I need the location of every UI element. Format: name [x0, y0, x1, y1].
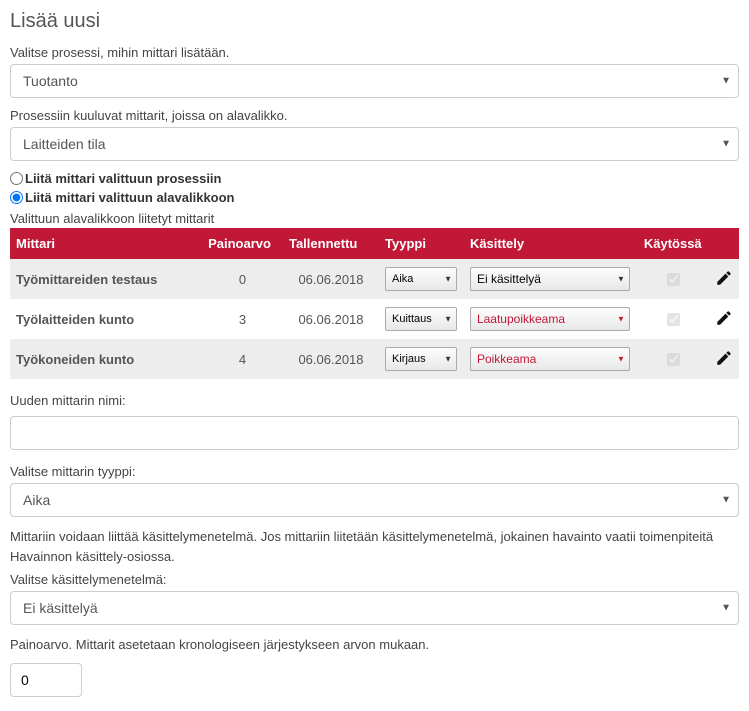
col-handling: Käsittely [464, 228, 638, 259]
handling-label: Valitse käsittelymenetelmä: [10, 572, 739, 587]
submenu-select[interactable]: Laitteiden tila [10, 127, 739, 161]
row-handling-select[interactable]: Laatupoikkeama [470, 307, 630, 331]
col-type: Tyyppi [379, 228, 464, 259]
row-handling-select[interactable]: Ei käsittelyä [470, 267, 630, 291]
row-type-select[interactable]: Kirjaus [385, 347, 457, 371]
row-saved: 06.06.2018 [283, 299, 379, 339]
row-weight: 4 [202, 339, 283, 379]
table-row: Työmittareiden testaus006.06.2018Aika▼Ei… [10, 259, 739, 299]
edit-icon[interactable] [715, 355, 733, 370]
attach-process-radio[interactable] [10, 172, 23, 185]
process-select[interactable]: Tuotanto [10, 64, 739, 98]
row-name: Työkoneiden kunto [10, 339, 202, 379]
row-name: Työlaitteiden kunto [10, 299, 202, 339]
col-name: Mittari [10, 228, 202, 259]
col-enabled: Käytössä [638, 228, 709, 259]
col-weight: Painoarvo [202, 228, 283, 259]
handling-select[interactable]: Ei käsittelyä [10, 591, 739, 625]
row-saved: 06.06.2018 [283, 339, 379, 379]
type-label: Valitse mittarin tyyppi: [10, 464, 739, 479]
row-handling-select[interactable]: Poikkeama [470, 347, 630, 371]
submenu-label: Prosessiin kuuluvat mittarit, joissa on … [10, 108, 739, 123]
row-name: Työmittareiden testaus [10, 259, 202, 299]
new-name-input[interactable] [10, 416, 739, 450]
handling-description: Mittariin voidaan liittää käsittelymenet… [10, 527, 739, 566]
attach-submenu-radio[interactable] [10, 191, 23, 204]
col-saved: Tallennettu [283, 228, 379, 259]
weight-label: Painoarvo. Mittarit asetetaan kronologis… [10, 635, 739, 655]
row-type-select[interactable]: Aika [385, 267, 457, 291]
new-name-label: Uuden mittarin nimi: [10, 393, 739, 408]
attach-submenu-label: Liitä mittari valittuun alavalikkoon [25, 190, 235, 205]
row-weight: 3 [202, 299, 283, 339]
row-weight: 0 [202, 259, 283, 299]
table-row: Työlaitteiden kunto306.06.2018Kuittaus▼L… [10, 299, 739, 339]
page-title: Lisää uusi [10, 10, 739, 33]
row-saved: 06.06.2018 [283, 259, 379, 299]
type-select[interactable]: Aika [10, 483, 739, 517]
attach-process-label: Liitä mittari valittuun prosessiin [25, 171, 221, 186]
row-enabled-checkbox [667, 313, 680, 326]
edit-icon[interactable] [715, 275, 733, 290]
mittari-table: Mittari Painoarvo Tallennettu Tyyppi Käs… [10, 228, 739, 379]
edit-icon[interactable] [715, 315, 733, 330]
attached-heading: Valittuun alavalikkoon liitetyt mittarit [10, 211, 739, 226]
process-label: Valitse prosessi, mihin mittari lisätään… [10, 45, 739, 60]
row-type-select[interactable]: Kuittaus [385, 307, 457, 331]
row-enabled-checkbox [667, 273, 680, 286]
row-enabled-checkbox [667, 353, 680, 366]
weight-input[interactable] [10, 663, 82, 697]
table-row: Työkoneiden kunto406.06.2018Kirjaus▼Poik… [10, 339, 739, 379]
